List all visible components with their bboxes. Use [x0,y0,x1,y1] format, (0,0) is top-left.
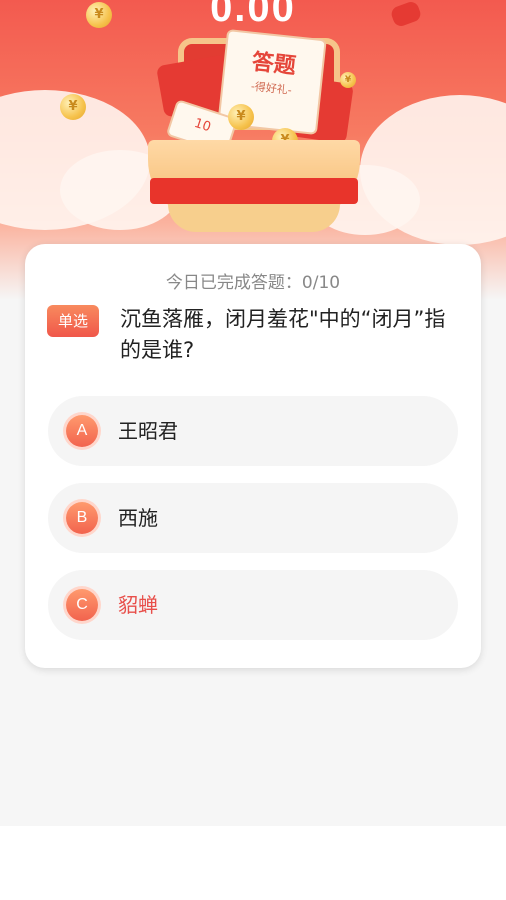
option-letter: A [66,415,98,447]
basket-base [168,204,340,232]
question-type-badge: 单选 [47,305,99,337]
daily-progress: 今日已完成答题：0/10 [165,273,341,293]
question-text: 沉鱼落雁，闭月羞花"中的“闭月”指的是谁? [120,307,446,362]
option-c-button[interactable]: C 貂蝉 [48,570,458,640]
option-b-button[interactable]: B 西施 [48,483,458,553]
option-a-button[interactable]: A 王昭君 [48,396,458,466]
voucher-value: 10 [192,115,213,136]
quiz-screen: 0.00 答题 -得好礼- 10 ¥ ¥ ¥ ¥ ¥ 今日已完成答题：0/10 … [0,0,506,826]
reward-amount: 0.00 [210,0,296,30]
basket-band [150,178,358,204]
option-letter: B [66,502,98,534]
option-label: 西施 [118,506,158,530]
option-label: 王昭君 [118,419,178,443]
question-card: 今日已完成答题：0/10 单选 沉鱼落雁，闭月羞花"中的“闭月”指的是谁? A … [25,244,481,668]
option-letter: C [66,589,98,621]
option-label: 貂蝉 [118,593,158,617]
coin-icon-center: ¥ [228,104,254,130]
coin-icon-small: ¥ [340,72,356,88]
coin-icon: ¥ [60,94,86,120]
coin-icon-top: ¥ [86,2,112,28]
